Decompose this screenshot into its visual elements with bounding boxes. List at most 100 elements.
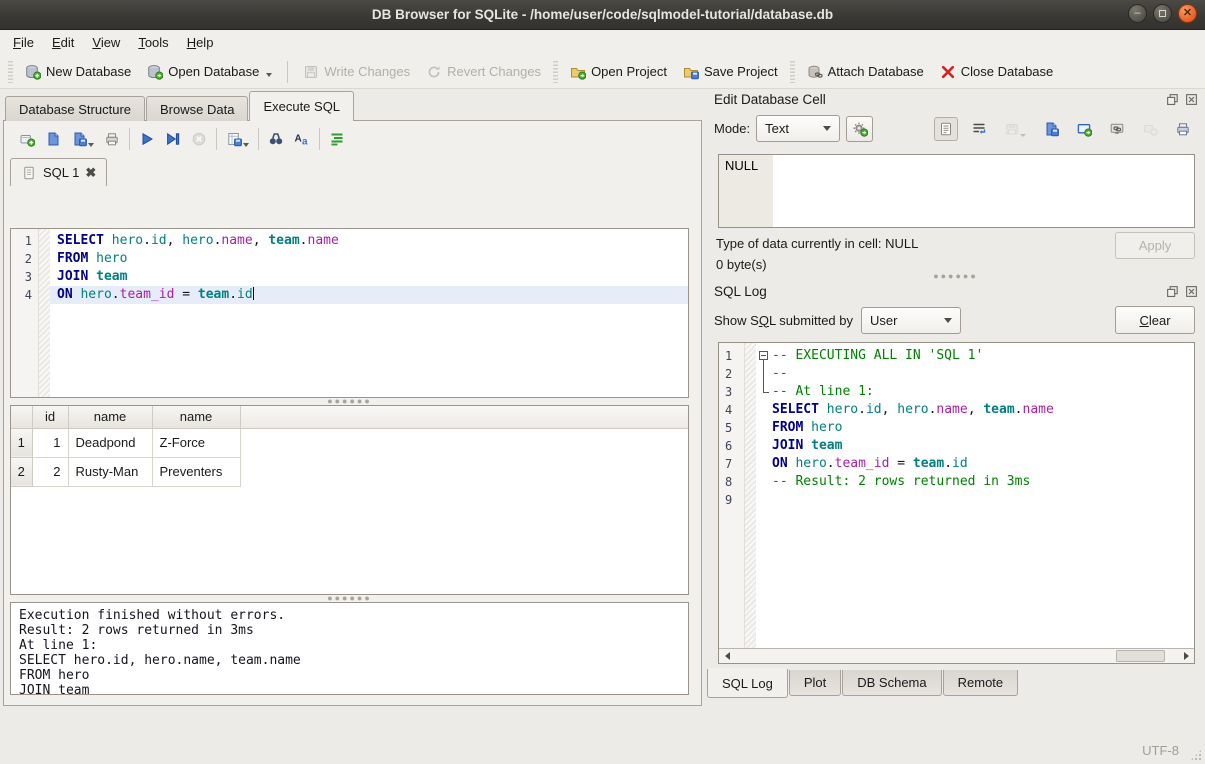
dock-close-icon[interactable] (1184, 92, 1199, 107)
close-button[interactable]: ✕ (1178, 4, 1197, 23)
column-header-name[interactable]: name (68, 406, 152, 428)
log-horizontal-scrollbar[interactable] (719, 648, 1194, 663)
dock-tab-remote[interactable]: Remote (943, 670, 1019, 696)
dock-tab-plot[interactable]: Plot (789, 670, 841, 696)
remove-data-button (1138, 117, 1162, 141)
new-sql-tab-button[interactable] (14, 127, 40, 151)
close-tab-icon[interactable]: ✖ (85, 165, 96, 181)
scrollbar-thumb[interactable] (1116, 650, 1165, 662)
clear-button[interactable]: Clear (1115, 306, 1195, 334)
menu-edit[interactable]: Edit (43, 32, 83, 53)
link-data-button[interactable] (1105, 117, 1129, 141)
maximize-button[interactable] (1153, 4, 1172, 23)
row-header[interactable]: 1 (11, 428, 32, 457)
cell[interactable]: 2 (32, 457, 68, 486)
scroll-left-icon[interactable] (719, 649, 735, 663)
dock-float-icon[interactable] (1165, 284, 1180, 299)
fold-marker-icon[interactable] (756, 347, 772, 365)
sql-log-view[interactable]: 123456789 -- EXECUTING ALL IN 'SQL 1'---… (718, 342, 1195, 664)
new-sql-tab-icon (19, 131, 35, 147)
dock-splitter[interactable]: ●●●●●● (706, 272, 1205, 281)
tab-execute-sql[interactable]: Execute SQL (249, 91, 354, 121)
menu-help[interactable]: Help (178, 32, 223, 53)
mode-select[interactable]: Text (756, 115, 840, 142)
toolbar-button-label: Attach Database (828, 64, 924, 79)
attach-database-button[interactable]: Attach Database (799, 60, 932, 84)
sql-file-tab[interactable]: SQL 1✖ (10, 158, 107, 186)
save-sql-file-button[interactable] (66, 127, 99, 151)
print-cell-button[interactable] (1171, 117, 1195, 141)
stop-button (186, 127, 212, 151)
open-project-button[interactable]: Open Project (562, 60, 675, 84)
encoding-indicator[interactable]: UTF-8 (1142, 743, 1179, 758)
window-controls: –✕ (1128, 4, 1197, 23)
dropdown-arrow-icon[interactable] (243, 143, 249, 147)
save-project-button[interactable]: Save Project (675, 60, 786, 84)
dock-close-icon[interactable] (1184, 284, 1199, 299)
titlebar[interactable]: DB Browser for SQLite - /home/user/code/… (0, 0, 1205, 30)
import-data-button[interactable] (1039, 117, 1063, 141)
corner-header[interactable] (11, 406, 32, 428)
print-button[interactable] (99, 127, 125, 151)
sql-log-title: SQL Log (714, 284, 1161, 299)
minimize-button[interactable]: – (1128, 4, 1147, 23)
sql-editor[interactable]: 1234 SELECT hero.id, hero.name, team.nam… (10, 228, 689, 398)
cell[interactable]: Z-Force (152, 428, 240, 457)
apply-button[interactable]: Apply (1115, 232, 1195, 259)
dock-tab-sql-log[interactable]: SQL Log (707, 669, 788, 698)
cell[interactable]: Preventers (152, 457, 240, 486)
cell[interactable]: Rusty-Man (68, 457, 152, 486)
resize-grip[interactable] (1190, 749, 1202, 761)
dock-float-icon[interactable] (1165, 92, 1180, 107)
dropdown-arrow-icon[interactable] (88, 143, 94, 147)
menu-file[interactable]: File (4, 32, 43, 53)
close-database-button[interactable]: Close Database (932, 60, 1062, 84)
execution-message-area[interactable]: Execution finished without errors. Resul… (10, 602, 689, 695)
save-results-button[interactable] (221, 127, 254, 151)
replace-button[interactable]: Aa (289, 127, 315, 151)
export-data-button[interactable] (1072, 117, 1096, 141)
toolbar-button-label: Revert Changes (447, 64, 541, 79)
row-header[interactable]: 2 (11, 457, 32, 486)
editor-code-area[interactable]: SELECT hero.id, hero.name, team.nameFROM… (50, 229, 688, 397)
open-database-button[interactable]: Open Database (139, 60, 280, 84)
column-header-id[interactable]: id (32, 406, 68, 428)
log-line: FROM hero (756, 419, 1194, 437)
apply-settings-button[interactable] (846, 116, 873, 142)
submitted-by-select[interactable]: User (861, 307, 961, 334)
edit-cell-dock-titlebar[interactable]: Edit Database Cell (706, 89, 1205, 110)
word-wrap-button[interactable] (967, 117, 991, 141)
sql-log-dock-titlebar[interactable]: SQL Log (706, 281, 1205, 302)
dock-tab-db-schema[interactable]: DB Schema (842, 670, 941, 696)
text-mode-button[interactable] (934, 117, 958, 141)
results-grid[interactable]: idnamename11DeadpondZ-Force22Rusty-ManPr… (10, 405, 689, 595)
toolbar-separator (129, 128, 130, 150)
revert-changes-icon (426, 64, 442, 80)
tab-database-structure[interactable]: Database Structure (5, 96, 145, 121)
menu-tools[interactable]: Tools (129, 32, 177, 53)
replace-icon: Aa (294, 131, 310, 147)
fold-column (756, 455, 772, 473)
editor-results-splitter[interactable]: ●●●●●● (10, 398, 689, 405)
column-header-name[interactable]: name (152, 406, 240, 428)
line-number: 6 (719, 437, 744, 455)
tab-browse-data[interactable]: Browse Data (146, 96, 248, 121)
export-data-icon (1076, 121, 1092, 137)
toolbar-separator (216, 128, 217, 150)
svg-text:a: a (302, 137, 308, 148)
cell[interactable]: Deadpond (68, 428, 152, 457)
new-database-button[interactable]: New Database (17, 60, 139, 84)
text-cursor (253, 287, 254, 300)
fold-column (756, 419, 772, 437)
dropdown-arrow-icon[interactable] (266, 73, 272, 77)
cell-value-editor[interactable]: NULL (718, 154, 1195, 228)
menu-view[interactable]: View (83, 32, 129, 53)
cell[interactable]: 1 (32, 428, 68, 457)
scroll-right-icon[interactable] (1178, 649, 1194, 663)
execute-line-button[interactable] (160, 127, 186, 151)
open-sql-file-button[interactable] (40, 127, 66, 151)
results-log-splitter[interactable]: ●●●●●● (10, 595, 689, 602)
find-button[interactable] (263, 127, 289, 151)
format-sql-button[interactable] (324, 127, 350, 151)
execute-all-button[interactable] (134, 127, 160, 151)
